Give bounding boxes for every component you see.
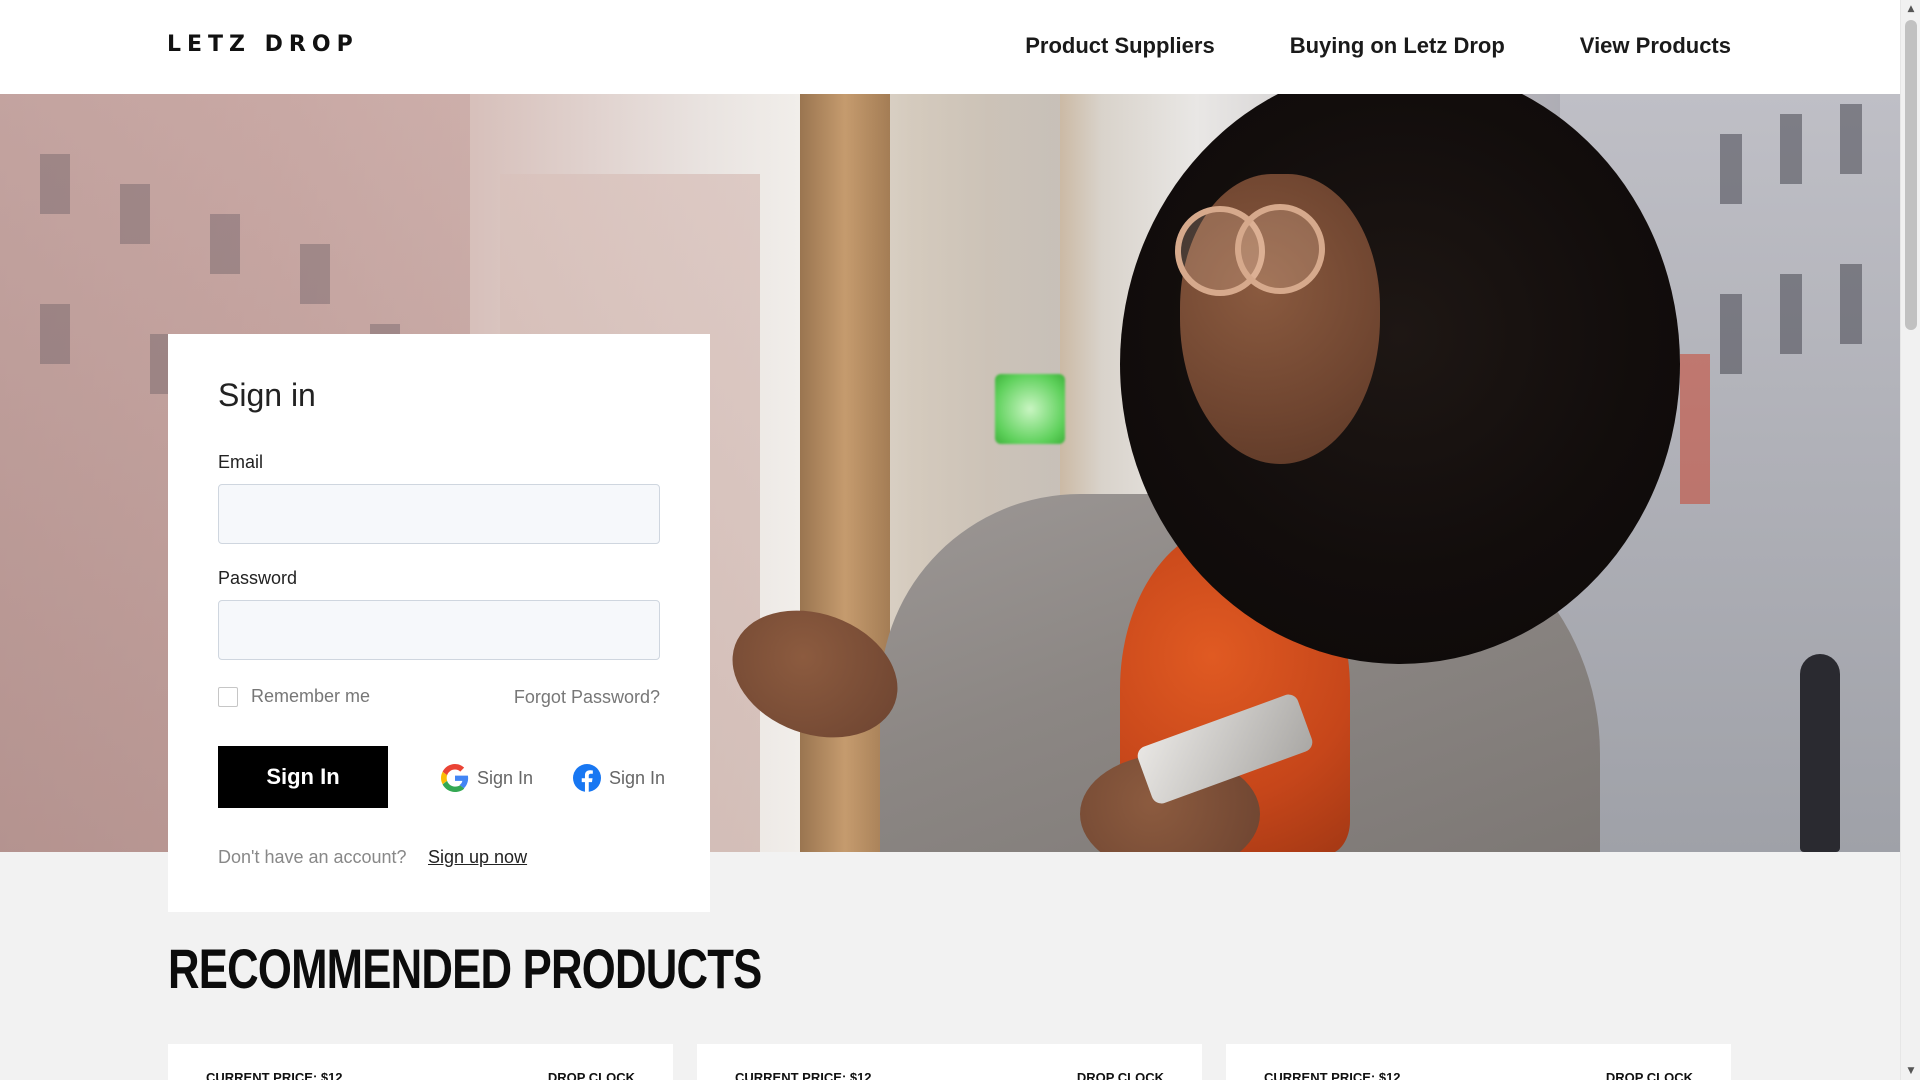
scroll-down-icon[interactable]: ▼ — [1901, 1062, 1920, 1080]
remember-me-label: Remember me — [251, 686, 371, 706]
recommended-products-heading: RECOMMENDED PRODUCTS — [168, 937, 762, 1000]
product-drop-clock: DROP CLOCK — [547, 1070, 635, 1080]
product-drop-clock: DROP CLOCK — [1605, 1070, 1693, 1080]
google-icon — [441, 764, 469, 792]
product-drop-clock: DROP CLOCK — [1076, 1070, 1164, 1080]
email-field[interactable] — [218, 484, 660, 544]
product-card[interactable]: CURRENT PRICE: $12 DROP CLOCK — [168, 1044, 673, 1080]
remember-me[interactable]: Remember me — [218, 686, 370, 707]
no-account-text: Don't have an account? — [218, 847, 407, 867]
site-header: LETZ DROP Product Suppliers Buying on Le… — [0, 0, 1900, 94]
product-card[interactable]: CURRENT PRICE: $12 DROP CLOCK — [1226, 1044, 1731, 1080]
scrollbar-thumb[interactable] — [1905, 20, 1917, 330]
nav-view-products[interactable]: View Products — [1580, 33, 1731, 59]
remember-me-checkbox[interactable] — [218, 686, 238, 707]
signin-button[interactable]: Sign In — [218, 746, 388, 808]
product-current-price: CURRENT PRICE: $12 — [206, 1070, 343, 1080]
nav-product-suppliers[interactable]: Product Suppliers — [1025, 33, 1214, 59]
page-scrollbar[interactable]: ▲ ▼ — [1900, 0, 1920, 1080]
google-signin-button[interactable]: Sign In — [441, 764, 533, 792]
site-logo[interactable]: LETZ DROP — [167, 32, 359, 57]
password-label: Password — [218, 568, 298, 588]
facebook-icon — [573, 764, 601, 792]
signup-link[interactable]: Sign up now — [428, 847, 527, 868]
product-card[interactable]: CURRENT PRICE: $12 DROP CLOCK — [697, 1044, 1202, 1080]
product-current-price: CURRENT PRICE: $12 — [735, 1070, 872, 1080]
email-label: Email — [218, 452, 264, 472]
nav-buying-on-letz-drop[interactable]: Buying on Letz Drop — [1290, 33, 1505, 59]
signin-card: Sign in Email Password Remember me Forgo… — [168, 334, 710, 912]
signin-title: Sign in — [218, 377, 316, 413]
scroll-up-icon[interactable]: ▲ — [1901, 0, 1920, 18]
forgot-password-link[interactable]: Forgot Password? — [514, 687, 660, 708]
facebook-signin-button[interactable]: Sign In — [573, 764, 665, 792]
product-current-price: CURRENT PRICE: $12 — [1264, 1070, 1401, 1080]
facebook-signin-label: Sign In — [609, 767, 666, 788]
password-field[interactable] — [218, 600, 660, 660]
google-signin-label: Sign In — [477, 767, 534, 788]
main-nav: Product Suppliers Buying on Letz Drop Vi… — [1025, 33, 1731, 59]
